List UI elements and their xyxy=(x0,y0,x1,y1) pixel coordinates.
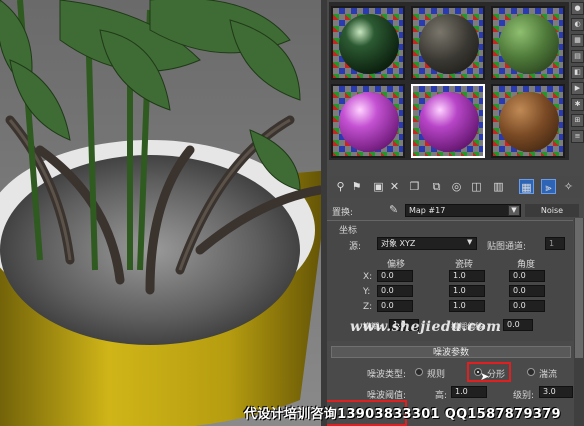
noise-type-label: 噪波类型: xyxy=(367,370,407,380)
coordinates-header[interactable]: 坐标 xyxy=(339,223,357,236)
sample-slot-6[interactable] xyxy=(491,84,565,158)
sample-sphere xyxy=(419,92,479,152)
watermark-text: www.shejiedu.com xyxy=(350,319,502,335)
sample-slot-1[interactable] xyxy=(331,6,405,80)
show-end-result-icon[interactable]: ▥ xyxy=(491,179,506,194)
displacement-label: 置换: xyxy=(332,208,354,218)
backlight-icon[interactable]: ◐ xyxy=(571,18,584,31)
assign-icon[interactable]: ▣ xyxy=(371,179,386,194)
noise-high-label: 高: xyxy=(435,391,448,401)
sample-sphere xyxy=(419,14,479,74)
axis-y-label: Y: xyxy=(363,287,371,297)
put-to-library-icon[interactable]: ⧉ xyxy=(429,179,444,194)
select-by-material-icon[interactable]: ⊞ xyxy=(571,114,584,127)
go-to-parent-icon[interactable]: ▦ xyxy=(519,179,534,194)
noise-high-field[interactable]: 1.0 xyxy=(451,386,487,398)
material-id-icon[interactable]: ◎ xyxy=(449,179,464,194)
noise-type-regular-radio[interactable] xyxy=(415,368,423,376)
sample-sphere xyxy=(339,14,399,74)
noise-params-rollout-header[interactable]: 噪波参数 xyxy=(331,346,571,358)
axis-x-label: X: xyxy=(363,272,373,282)
make-unique-icon[interactable]: ❐ xyxy=(407,179,422,194)
tiling-z-field[interactable]: 1.0 xyxy=(449,300,485,312)
offset-z-field[interactable]: 0.0 xyxy=(377,300,413,312)
map-channel-field[interactable]: 1 xyxy=(545,237,565,250)
pick-by-material-icon[interactable]: ✧ xyxy=(561,179,576,194)
noise-type-turbulence-label: 湍流 xyxy=(539,370,558,380)
sample-slot-3[interactable] xyxy=(491,6,565,80)
go-forward-icon[interactable]: ⫸ xyxy=(541,179,556,194)
source-label: 源: xyxy=(349,242,362,252)
source-dropdown[interactable]: 对象 XYZ xyxy=(377,237,477,250)
material-sample-slots xyxy=(329,2,569,160)
noise-type-regular-label: 规则 xyxy=(427,370,446,380)
tiling-column-label: 瓷砖 xyxy=(455,260,474,270)
ad-caption: 代设计培训咨询13903833301 QQ1587879379 xyxy=(244,407,561,422)
noise-type-turbulence-radio[interactable] xyxy=(527,368,535,376)
reset-icon[interactable]: ✕ xyxy=(387,179,402,194)
material-navigator-icon[interactable]: ≡ xyxy=(571,130,584,143)
angle-y-field[interactable]: 0.0 xyxy=(509,285,545,297)
material-editor-panel: ● ◐ ▦ ▤ ◧ ▶ ✱ ⊞ ≡ ⚲ ⚑ ▣ ✕ ❐ ⧉ ◎ ◫ ▥ ▦ ⫸ … xyxy=(327,0,584,426)
sample-sphere xyxy=(499,14,559,74)
eyedropper-icon[interactable]: ✎ xyxy=(389,203,398,216)
material-toolbar: ⚲ ⚑ ▣ ✕ ❐ ⧉ ◎ ◫ ▥ ▦ ⫸ ✧ xyxy=(329,176,582,198)
sample-slot-5-active[interactable] xyxy=(411,84,485,158)
axis-z-label: Z: xyxy=(363,302,373,312)
offset-x-field[interactable]: 0.0 xyxy=(377,270,413,282)
make-preview-icon[interactable]: ▶ xyxy=(571,82,584,95)
noise-levels-label: 级别: xyxy=(513,391,535,401)
angle-x-field[interactable]: 0.0 xyxy=(509,270,545,282)
viewport-render xyxy=(0,0,322,426)
blur-offset-field[interactable]: 0.0 xyxy=(503,319,533,331)
options-icon[interactable]: ✱ xyxy=(571,98,584,111)
get-material-icon[interactable]: ⚲ xyxy=(333,179,348,194)
video-color-check-icon[interactable]: ◧ xyxy=(571,66,584,79)
noise-levels-field[interactable]: 3.0 xyxy=(539,386,573,398)
map-channel-label: 贴图通道: xyxy=(487,242,527,252)
panel-scrollbar[interactable] xyxy=(574,218,584,426)
uv-tiling-icon[interactable]: ▤ xyxy=(571,50,584,63)
tiling-x-field[interactable]: 1.0 xyxy=(449,270,485,282)
side-toolbar: ● ◐ ▦ ▤ ◧ ▶ ✱ ⊞ ≡ xyxy=(571,2,584,160)
map-name-field[interactable]: Map #17 xyxy=(405,204,521,217)
sample-slot-4[interactable] xyxy=(331,84,405,158)
angle-column-label: 角度 xyxy=(517,260,536,270)
sample-sphere xyxy=(339,92,399,152)
sample-slot-2[interactable] xyxy=(411,6,485,80)
mouse-cursor-icon: ➤ xyxy=(480,370,490,383)
put-to-scene-icon[interactable]: ⚑ xyxy=(349,179,364,194)
angle-z-field[interactable]: 0.0 xyxy=(509,300,545,312)
tiling-y-field[interactable]: 1.0 xyxy=(449,285,485,297)
sample-sphere xyxy=(499,92,559,152)
offset-y-field[interactable]: 0.0 xyxy=(377,285,413,297)
sample-type-icon[interactable]: ● xyxy=(571,2,584,15)
offset-column-label: 偏移 xyxy=(387,260,406,270)
scrollbar-thumb[interactable] xyxy=(575,218,583,358)
show-map-icon[interactable]: ◫ xyxy=(469,179,484,194)
3d-viewport[interactable] xyxy=(0,0,322,426)
map-name-row: 置换: ✎ Map #17 ▼ Noise xyxy=(327,202,584,218)
map-name-dropdown-icon[interactable]: ▼ xyxy=(508,205,520,216)
background-icon[interactable]: ▦ xyxy=(571,34,584,47)
map-type-button[interactable]: Noise xyxy=(525,204,579,217)
chevron-down-icon[interactable]: ▼ xyxy=(467,238,472,246)
